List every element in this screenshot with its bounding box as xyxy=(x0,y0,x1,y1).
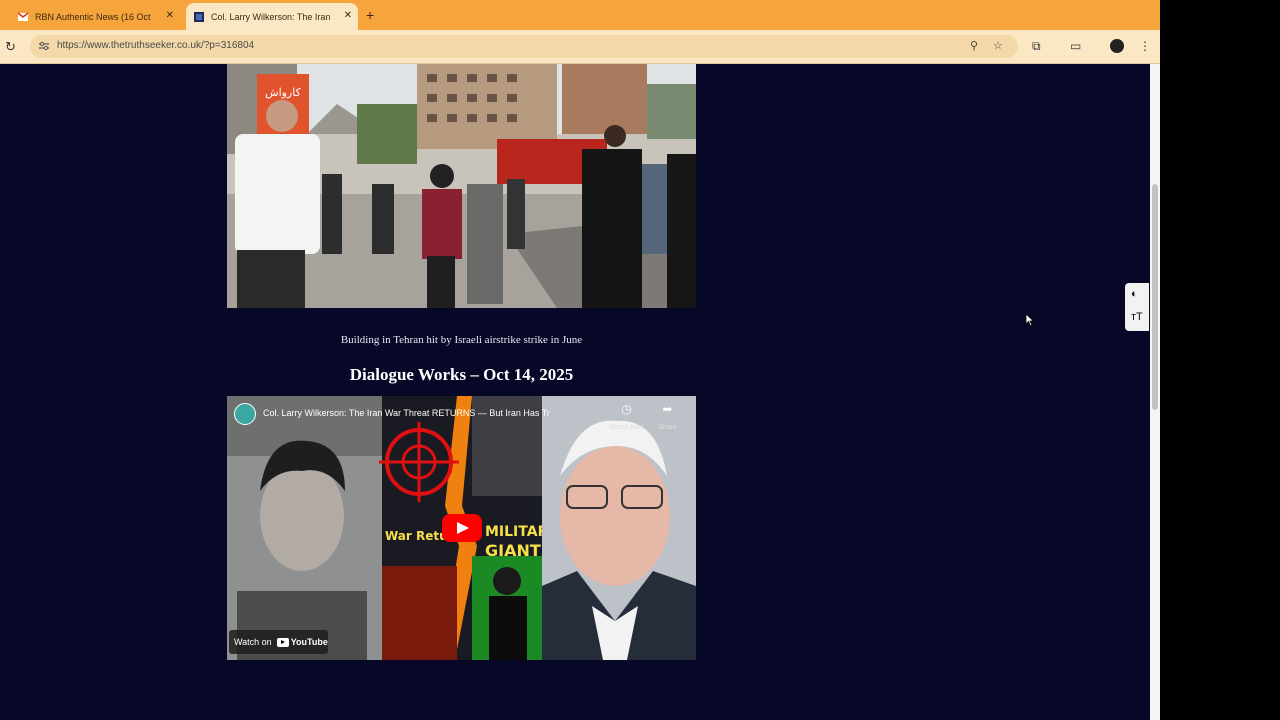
url-text: https://www.thetruthseeker.co.uk/?p=3168… xyxy=(57,40,255,51)
play-button[interactable] xyxy=(442,514,482,542)
section-heading: Dialogue Works – Oct 14, 2025 xyxy=(349,365,574,384)
profile-avatar[interactable] xyxy=(1110,39,1124,53)
thumb-text-left: War Retu xyxy=(385,529,448,543)
thumb-text-giant: GIANT! xyxy=(485,541,548,560)
tab-rbn-news[interactable]: RBN Authentic News (16 Oct ✕ xyxy=(8,3,180,30)
zoom-icon[interactable]: ⚲ xyxy=(970,39,978,52)
close-tab-icon[interactable]: ✕ xyxy=(166,11,174,21)
watch-later-button[interactable]: ◷ Watch later xyxy=(609,402,644,434)
accessibility-widget: ◐ тT xyxy=(1125,283,1149,331)
tab-search-icon[interactable]: ▭ xyxy=(1070,39,1081,53)
article-photo: کارواش xyxy=(227,64,696,308)
menu-icon[interactable]: ⋮ xyxy=(1139,39,1151,53)
share-label: Share xyxy=(658,424,677,431)
storefront-sign-text: کارواش xyxy=(265,86,301,99)
scrollbar-thumb[interactable] xyxy=(1152,184,1158,410)
youtube-wordmark: YouTube xyxy=(290,637,328,647)
address-bar[interactable]: https://www.thetruthseeker.co.uk/?p=3168… xyxy=(30,35,1018,58)
tehran-street-photo: کارواش xyxy=(227,64,696,308)
watch-on-label: Watch on xyxy=(234,637,272,647)
youtube-play-icon xyxy=(276,637,289,647)
browser-window: RBN Authentic News (16 Oct ✕ Col. Larry … xyxy=(0,0,1160,720)
page-content: کارواش Building in Tehran hit by Israeli… xyxy=(0,64,1148,720)
extensions-icon[interactable]: ⧉ xyxy=(1032,39,1041,54)
site-favicon-icon xyxy=(194,11,204,22)
share-button[interactable]: ➦ Share xyxy=(658,402,677,434)
tab-wilkerson-article[interactable]: Col. Larry Wilkerson: The Iran ✕ xyxy=(186,3,358,30)
scrollbar[interactable] xyxy=(1150,64,1160,720)
close-tab-icon[interactable]: ✕ xyxy=(344,11,352,21)
tab-title: RBN Authentic News (16 Oct xyxy=(35,11,151,22)
mouse-cursor-icon xyxy=(1025,313,1035,327)
watch-later-label: Watch later xyxy=(609,424,645,431)
channel-logo[interactable] xyxy=(234,403,256,425)
video-title[interactable]: Col. Larry Wilkerson: The Iran War Threa… xyxy=(263,408,550,418)
bookmark-star-icon[interactable]: ☆ xyxy=(993,39,1003,52)
text-size-icon[interactable]: тT xyxy=(1131,311,1143,323)
watch-on-youtube-button[interactable]: Watch on YouTube xyxy=(229,630,328,654)
tab-title: Col. Larry Wilkerson: The Iran xyxy=(211,11,331,22)
youtube-logo: YouTube xyxy=(276,637,328,647)
site-info-icon[interactable] xyxy=(38,40,50,52)
youtube-embed[interactable]: War Retu MILITARY GIANT! Col. Larry Wilk… xyxy=(227,396,696,660)
photo-caption: Building in Tehran hit by Israeli airstr… xyxy=(340,334,583,346)
share-icon: ➦ xyxy=(662,402,673,416)
new-tab-button[interactable]: + xyxy=(366,7,374,23)
clock-icon: ◷ xyxy=(621,402,632,416)
tab-bar: RBN Authentic News (16 Oct ✕ Col. Larry … xyxy=(0,0,1160,30)
gmail-icon xyxy=(18,11,28,21)
contrast-icon[interactable]: ◐ xyxy=(1131,288,1138,300)
browser-toolbar: ↻ https://www.thetruthseeker.co.uk/?p=31… xyxy=(0,30,1160,64)
reload-icon[interactable]: ↻ xyxy=(5,39,16,55)
